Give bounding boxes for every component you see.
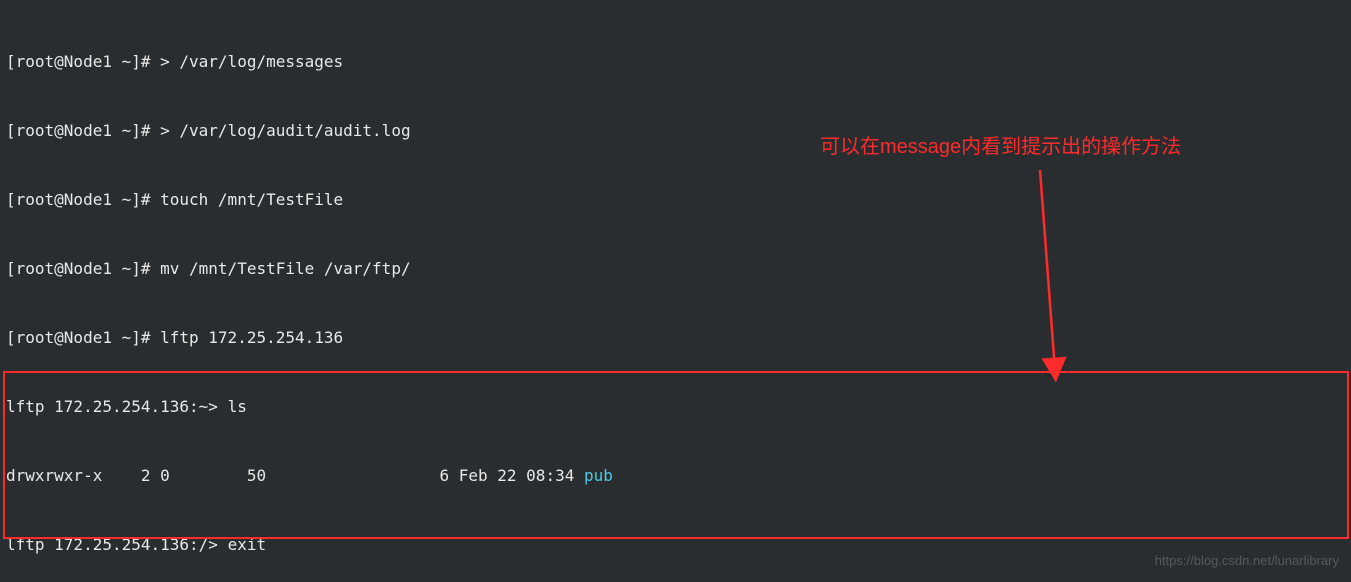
cmd: mv /mnt/TestFile /var/ftp/ <box>160 259 410 278</box>
cmd: exit <box>228 535 267 554</box>
cmd-line-3: [root@Node1 ~]# touch /mnt/TestFile <box>6 188 1345 211</box>
lftp-ls: lftp 172.25.254.136:~> ls <box>6 395 1345 418</box>
lftp-prompt: lftp 172.25.254.136:/> <box>6 535 228 554</box>
prompt: [root@Node1 ~]# <box>6 52 160 71</box>
cmd-line-1: [root@Node1 ~]# > /var/log/messages <box>6 50 1345 73</box>
watermark-text: https://blog.csdn.net/lunarlibrary <box>1155 549 1339 572</box>
cmd: touch /mnt/TestFile <box>160 190 343 209</box>
directory-name: pub <box>584 466 613 485</box>
ls-output-row: drwxrwxr-x 2 0 50 6 Feb 22 08:34 pub <box>6 464 1345 487</box>
cmd: lftp 172.25.254.136 <box>160 328 343 347</box>
cmd: > /var/log/audit/audit.log <box>160 121 410 140</box>
prompt: [root@Node1 ~]# <box>6 328 160 347</box>
cmd-line-5: [root@Node1 ~]# lftp 172.25.254.136 <box>6 326 1345 349</box>
cmd: > /var/log/messages <box>160 52 343 71</box>
cmd: ls <box>228 397 247 416</box>
file-perms: drwxrwxr-x 2 0 50 6 Feb 22 08:34 <box>6 466 584 485</box>
lftp-prompt: lftp 172.25.254.136:~> <box>6 397 228 416</box>
prompt: [root@Node1 ~]# <box>6 121 160 140</box>
prompt: [root@Node1 ~]# <box>6 190 160 209</box>
cmd-line-4: [root@Node1 ~]# mv /mnt/TestFile /var/ft… <box>6 257 1345 280</box>
prompt: [root@Node1 ~]# <box>6 259 160 278</box>
annotation-label: 可以在message内看到提示出的操作方法 <box>820 136 1181 159</box>
terminal-output[interactable]: [root@Node1 ~]# > /var/log/messages [roo… <box>0 0 1351 582</box>
lftp-exit: lftp 172.25.254.136:/> exit <box>6 533 1345 556</box>
